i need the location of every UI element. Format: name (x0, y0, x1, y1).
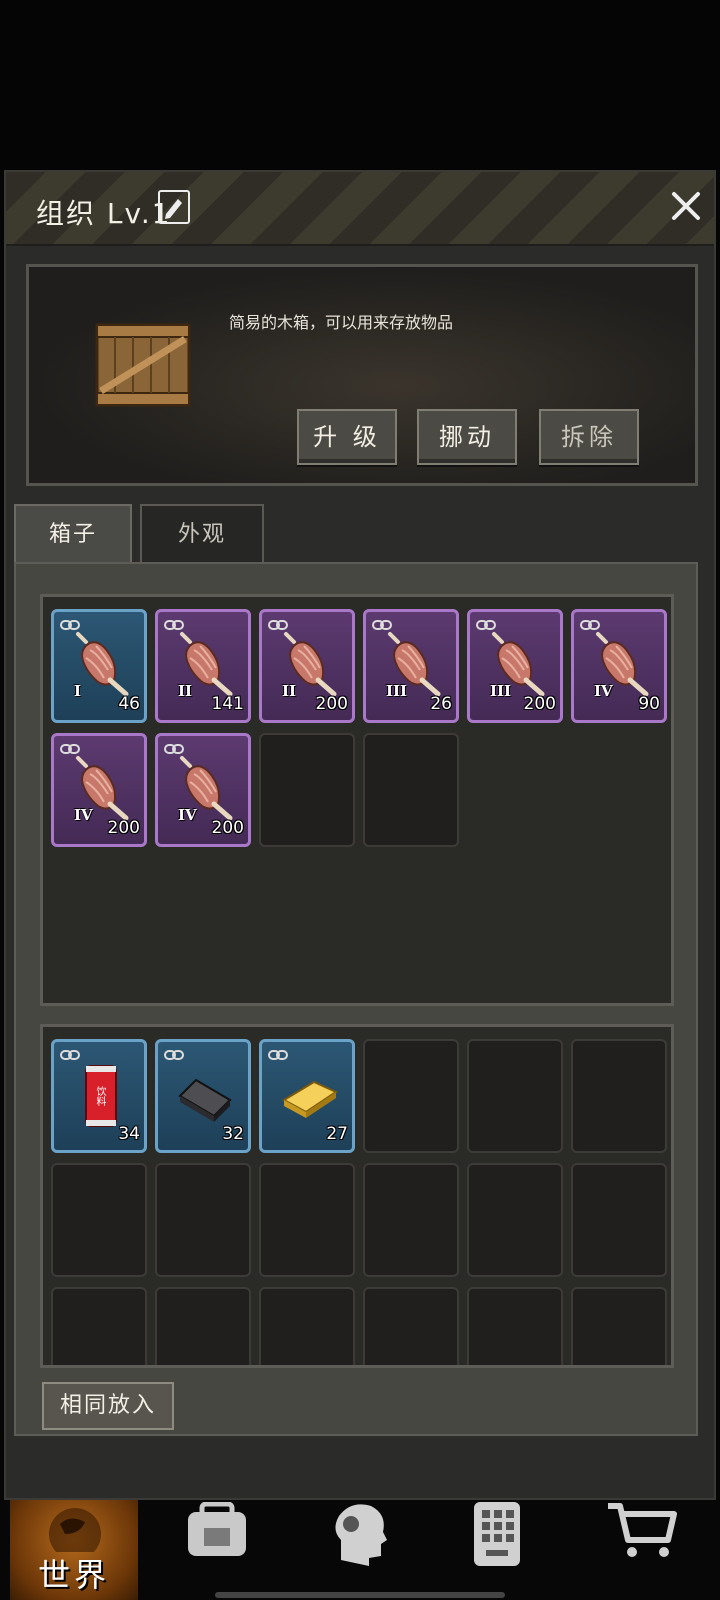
link-icon (476, 616, 496, 630)
home-indicator[interactable] (215, 1592, 505, 1598)
storage-grid: I 46 II 141 II 200 III 26 III 200 IV 90 IV 200 IV 200 (40, 594, 674, 1006)
inventory-grid: 饮料 34 32 27 (40, 1024, 674, 1368)
empty-slot[interactable] (571, 1039, 667, 1153)
item-quantity: 200 (107, 818, 140, 838)
empty-slot[interactable] (51, 1287, 147, 1365)
item-tier: II (282, 682, 297, 700)
tab-content: I 46 II 141 II 200 III 26 III 200 IV 90 IV 200 IV 200 饮… (14, 562, 698, 1436)
item-quantity: 200 (315, 694, 348, 714)
item-quantity: 200 (523, 694, 556, 714)
backpack-icon (188, 1502, 246, 1556)
empty-slot[interactable] (155, 1163, 251, 1277)
link-icon (164, 1046, 184, 1060)
tab-box[interactable]: 箱子 (14, 504, 132, 562)
item-slot[interactable]: II 141 (155, 609, 251, 723)
item-quantity: 90 (638, 694, 660, 714)
link-icon (60, 1046, 80, 1060)
phone-icon (474, 1502, 520, 1566)
empty-slot[interactable] (155, 1287, 251, 1365)
empty-slot[interactable] (363, 1163, 459, 1277)
link-icon (372, 616, 392, 630)
move-button[interactable]: 挪动 (417, 409, 517, 465)
item-quantity: 27 (326, 1124, 348, 1144)
item-tier: III (490, 682, 512, 700)
item-tier: IV (594, 682, 613, 700)
item-slot[interactable]: IV 200 (51, 733, 147, 847)
empty-slot[interactable] (259, 733, 355, 847)
link-icon (164, 616, 184, 630)
link-icon (268, 1046, 288, 1060)
item-quantity: 26 (430, 694, 452, 714)
item-slot[interactable]: III 26 (363, 609, 459, 723)
link-icon (268, 616, 288, 630)
nav-world-label: 世界 (37, 1556, 110, 1594)
can-label: 饮料 (94, 1086, 105, 1106)
wooden-crate-icon (95, 323, 191, 407)
link-icon (60, 616, 80, 630)
item-tier: IV (74, 806, 93, 824)
empty-slot[interactable] (363, 1039, 459, 1153)
empty-slot[interactable] (363, 1287, 459, 1365)
empty-slot[interactable] (571, 1163, 667, 1277)
same-put-in-button[interactable]: 相同放入 (42, 1382, 174, 1430)
building-info: 简易的木箱，可以用来存放物品 升 级 挪动 拆除 (26, 264, 698, 486)
item-tier: I (74, 682, 82, 700)
link-icon (164, 740, 184, 754)
edit-icon[interactable] (158, 190, 190, 224)
item-slot[interactable]: II 200 (259, 609, 355, 723)
item-slot[interactable]: IV 200 (155, 733, 251, 847)
panel-header: 组织 Lv.1 (6, 172, 714, 246)
item-quantity: 200 (211, 818, 244, 838)
item-quantity: 46 (118, 694, 140, 714)
gold-bar-icon (276, 1060, 342, 1130)
item-tier: IV (178, 806, 197, 824)
bottom-nav: 世界 (0, 1500, 720, 1600)
upgrade-button[interactable]: 升 级 (297, 409, 397, 465)
item-slot[interactable]: 27 (259, 1039, 355, 1153)
globe-icon (49, 1508, 101, 1552)
demolish-button[interactable]: 拆除 (539, 409, 639, 465)
item-tier: II (178, 682, 193, 700)
empty-slot[interactable] (571, 1287, 667, 1365)
item-slot[interactable]: IV 90 (571, 609, 667, 723)
nav-skills[interactable] (305, 1500, 435, 1600)
page-title: 组织 Lv.1 (36, 197, 172, 230)
building-description: 简易的木箱，可以用来存放物品 (229, 313, 454, 332)
empty-slot[interactable] (51, 1163, 147, 1277)
item-tier: III (386, 682, 408, 700)
item-quantity: 34 (118, 1124, 140, 1144)
item-slot[interactable]: I 46 (51, 609, 147, 723)
empty-slot[interactable] (467, 1163, 563, 1277)
empty-slot[interactable] (467, 1039, 563, 1153)
nav-world[interactable]: 世界 (10, 1500, 138, 1600)
nav-shop[interactable] (590, 1500, 720, 1600)
empty-slot[interactable] (467, 1287, 563, 1365)
item-slot[interactable]: 饮料 34 (51, 1039, 147, 1153)
storage-panel: 组织 Lv.1 简易的木箱，可以用来存放物品 升 级 挪动 拆除 箱子 外观 I… (4, 170, 716, 1500)
head-icon (335, 1504, 387, 1566)
close-icon[interactable] (666, 186, 706, 226)
empty-slot[interactable] (363, 733, 459, 847)
empty-slot[interactable] (259, 1287, 355, 1365)
cart-icon (608, 1503, 677, 1557)
item-quantity: 32 (222, 1124, 244, 1144)
link-icon (60, 740, 80, 754)
nav-backpack[interactable] (160, 1500, 290, 1600)
tab-appearance[interactable]: 外观 (140, 504, 264, 562)
item-slot[interactable]: III 200 (467, 609, 563, 723)
empty-slot[interactable] (259, 1163, 355, 1277)
iron-bar-icon (172, 1060, 238, 1130)
link-icon (580, 616, 600, 630)
item-quantity: 141 (211, 694, 244, 714)
item-slot[interactable]: 32 (155, 1039, 251, 1153)
nav-phone[interactable] (450, 1500, 580, 1600)
